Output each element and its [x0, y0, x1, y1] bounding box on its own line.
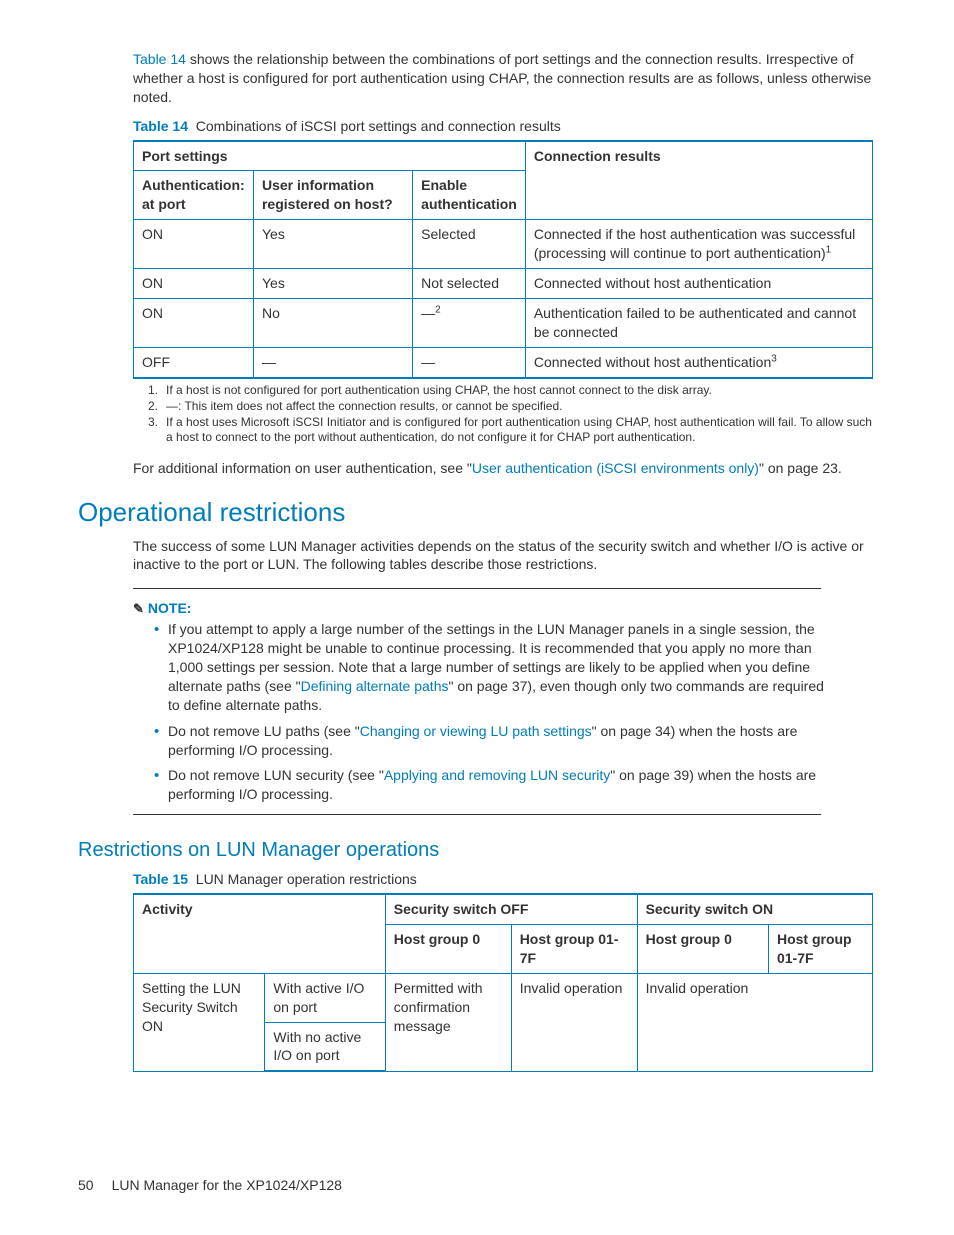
- note-rule-top: [133, 588, 821, 589]
- cell-auth: ON: [134, 220, 254, 269]
- applying-lun-security-link[interactable]: Applying and removing LUN security: [384, 767, 610, 783]
- footnote: 1.If a host is not configured for port a…: [148, 383, 876, 398]
- footnote: 3.If a host uses Microsoft iSCSI Initiat…: [148, 415, 876, 445]
- th-activity: Activity: [134, 894, 386, 973]
- th-hg01-on: Host group 01-7F: [768, 925, 872, 974]
- note-list: If you attempt to apply a large number o…: [150, 620, 826, 804]
- table14: Port settings Connection results Authent…: [133, 140, 873, 379]
- table-row: ON No —2 Authentication failed to be aut…: [134, 298, 873, 347]
- page-footer: 50 LUN Manager for the XP1024/XP128: [78, 1176, 342, 1195]
- th-hg0-off: Host group 0: [385, 925, 511, 974]
- table14-caption: Combinations of iSCSI port settings and …: [196, 118, 561, 134]
- th-hg0-on: Host group 0: [637, 925, 768, 974]
- note-icon: ✎: [133, 600, 144, 618]
- table15-caption: LUN Manager operation restrictions: [196, 871, 417, 887]
- restrictions-heading: Restrictions on LUN Manager operations: [78, 837, 876, 864]
- user-auth-link[interactable]: User authentication (iSCSI environments …: [472, 460, 759, 476]
- cell-result: Connected without host authentication3: [525, 347, 872, 377]
- operational-restrictions-paragraph: The success of some LUN Manager activiti…: [133, 537, 876, 575]
- defining-alternate-paths-link[interactable]: Defining alternate paths: [301, 678, 449, 694]
- table14-title: Table 14 Combinations of iSCSI port sett…: [133, 117, 876, 136]
- note-label: ✎NOTE:: [133, 599, 876, 618]
- cell-off-hg01: Invalid operation: [511, 973, 637, 1071]
- footnote: 2.—: This item does not affect the conne…: [148, 399, 876, 414]
- table-row: ON Yes Selected Connected if the host au…: [134, 220, 873, 269]
- cell-result: Connected if the host authentication was…: [525, 220, 872, 269]
- cell-on: Invalid operation: [637, 973, 872, 1071]
- operational-restrictions-heading: Operational restrictions: [78, 495, 876, 530]
- cell-user: No: [253, 298, 412, 347]
- intro-paragraph: Table 14 shows the relationship between …: [133, 50, 876, 107]
- cell-user: Yes: [253, 220, 412, 269]
- list-item: If you attempt to apply a large number o…: [168, 620, 826, 714]
- list-item: Do not remove LU paths (see "Changing or…: [168, 722, 826, 760]
- intro-text: shows the relationship between the combi…: [133, 51, 871, 105]
- cell-enable: —: [413, 347, 526, 377]
- cell-auth: OFF: [134, 347, 254, 377]
- note-rule-bottom: [133, 814, 821, 815]
- cell-enable: Selected: [413, 220, 526, 269]
- table14-label: Table 14: [133, 118, 188, 134]
- th-auth-at-port: Authentication: at port: [134, 171, 254, 220]
- additional-info-pre: For additional information on user authe…: [133, 460, 472, 476]
- list-item: Do not remove LUN security (see "Applyin…: [168, 766, 826, 804]
- cell-off-hg0: Permitted with confirmation message: [385, 973, 511, 1071]
- cell-result: Connected without host authentication: [525, 269, 872, 299]
- table-row: Setting the LUN Security Switch ON With …: [134, 973, 873, 1022]
- cell-enable: —2: [413, 298, 526, 347]
- table-row: OFF — — Connected without host authentic…: [134, 347, 873, 377]
- additional-info-post: " on page 23.: [759, 460, 842, 476]
- doc-title: LUN Manager for the XP1024/XP128: [112, 1177, 342, 1193]
- cell-activity: Setting the LUN Security Switch ON: [134, 973, 265, 1071]
- page-number: 50: [78, 1177, 94, 1193]
- th-enable-auth: Enable authentication: [413, 171, 526, 220]
- cell-user: Yes: [253, 269, 412, 299]
- th-port-settings: Port settings: [134, 141, 526, 171]
- table-row: ON Yes Not selected Connected without ho…: [134, 269, 873, 299]
- cell-auth: ON: [134, 298, 254, 347]
- th-security-off: Security switch OFF: [385, 894, 637, 924]
- cell-condition: With no active I/O on port: [265, 1022, 385, 1071]
- table14-footnotes: 1.If a host is not configured for port a…: [148, 383, 876, 445]
- cell-result: Authentication failed to be authenticate…: [525, 298, 872, 347]
- additional-info-paragraph: For additional information on user authe…: [133, 459, 876, 478]
- th-connection-results: Connection results: [525, 141, 872, 220]
- cell-user: —: [253, 347, 412, 377]
- table15-title: Table 15 LUN Manager operation restricti…: [133, 870, 876, 889]
- cell-enable: Not selected: [413, 269, 526, 299]
- cell-auth: ON: [134, 269, 254, 299]
- table15: Activity Security switch OFF Security sw…: [133, 893, 873, 1072]
- th-security-on: Security switch ON: [637, 894, 872, 924]
- changing-lu-path-link[interactable]: Changing or viewing LU path settings: [360, 723, 592, 739]
- cell-condition: With active I/O on port: [265, 973, 385, 1022]
- table14-ref-link[interactable]: Table 14: [133, 51, 186, 67]
- th-hg01-off: Host group 01-7F: [511, 925, 637, 974]
- table15-label: Table 15: [133, 871, 188, 887]
- th-user-info: User information registered on host?: [253, 171, 412, 220]
